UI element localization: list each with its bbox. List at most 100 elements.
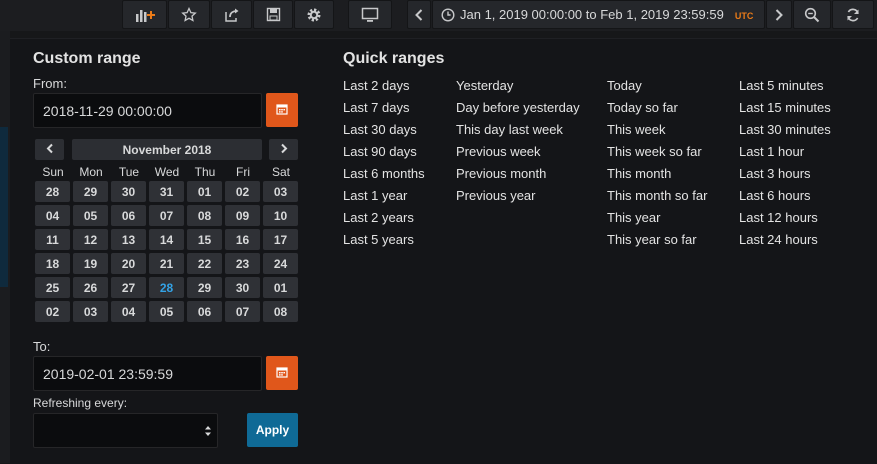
quick-range-link[interactable]: Today <box>607 78 642 93</box>
calendar-day-button[interactable]: 17 <box>263 229 298 250</box>
to-input[interactable]: 2019-02-01 23:59:59 <box>33 356 262 391</box>
time-picker-dropdown: Custom range From: 2018-11-29 00:00:00 N… <box>10 38 877 464</box>
quick-range-link[interactable]: This month <box>607 166 671 181</box>
quick-range-link[interactable]: Yesterday <box>456 78 513 93</box>
quick-range-link[interactable]: Last 30 minutes <box>739 122 831 137</box>
weekday-label: Wed <box>154 165 180 179</box>
calendar-day-button[interactable]: 03 <box>263 181 298 202</box>
quick-range-link[interactable]: Last 1 hour <box>739 144 804 159</box>
quick-range-link[interactable]: Last 1 year <box>343 188 407 203</box>
quick-range-link[interactable]: Last 12 hours <box>739 210 818 225</box>
quick-range-link[interactable]: Last 5 years <box>343 232 414 247</box>
quick-range-link[interactable]: Last 6 months <box>343 166 425 181</box>
calendar-day-button[interactable]: 27 <box>111 277 146 298</box>
quick-range-link[interactable]: Last 6 hours <box>739 188 811 203</box>
zoom-out-button[interactable] <box>793 0 831 29</box>
calendar-day-button[interactable]: 09 <box>225 205 260 226</box>
tv-mode-button[interactable] <box>348 0 392 29</box>
to-calendar-button[interactable] <box>266 356 298 390</box>
time-shift-back-button[interactable] <box>407 0 431 29</box>
calendar-day-button[interactable]: 02 <box>225 181 260 202</box>
calendar-day-button[interactable]: 26 <box>73 277 108 298</box>
calendar-day-button[interactable]: 25 <box>35 277 70 298</box>
quick-range-link[interactable]: Last 90 days <box>343 144 417 159</box>
calendar-day-button[interactable]: 01 <box>263 277 298 298</box>
calendar-prev-month-button[interactable] <box>35 139 64 160</box>
quick-range-link[interactable]: Last 15 minutes <box>739 100 831 115</box>
quick-range-link[interactable]: Previous week <box>456 144 541 159</box>
calendar-day-button[interactable]: 03 <box>73 301 108 322</box>
calendar-day-button[interactable]: 29 <box>73 181 108 202</box>
calendar-day-button[interactable]: 24 <box>263 253 298 274</box>
quick-range-link[interactable]: This month so far <box>607 188 707 203</box>
calendar-day-button[interactable]: 29 <box>187 277 222 298</box>
star-button[interactable] <box>168 0 210 29</box>
calendar-day-button[interactable]: 21 <box>149 253 184 274</box>
quick-range-link[interactable]: Last 5 minutes <box>739 78 824 93</box>
calendar-day-button[interactable]: 06 <box>111 205 146 226</box>
weekday-label: Sun <box>42 165 64 179</box>
calendar-day-button[interactable]: 11 <box>35 229 70 250</box>
save-icon <box>266 7 281 22</box>
calendar-day-button[interactable]: 06 <box>187 301 222 322</box>
settings-button[interactable] <box>294 0 334 29</box>
star-icon <box>181 6 197 23</box>
save-button[interactable] <box>253 0 293 29</box>
calendar-month-title[interactable]: November 2018 <box>72 139 262 160</box>
from-input[interactable]: 2018-11-29 00:00:00 <box>33 93 262 128</box>
calendar-day-button[interactable]: 05 <box>73 205 108 226</box>
calendar-day-button[interactable]: 15 <box>187 229 222 250</box>
quick-range-link[interactable]: Day before yesterday <box>456 100 580 115</box>
calendar-day-button[interactable]: 31 <box>149 181 184 202</box>
calendar-day-button[interactable]: 02 <box>35 301 70 322</box>
refresh-button[interactable] <box>832 0 874 29</box>
quick-range-link[interactable]: Last 2 days <box>343 78 410 93</box>
calendar-day-button[interactable]: 22 <box>187 253 222 274</box>
quick-range-link[interactable]: This week <box>607 122 666 137</box>
calendar-day-button[interactable]: 04 <box>35 205 70 226</box>
custom-range-title: Custom range <box>33 50 141 67</box>
from-calendar-button[interactable] <box>266 93 298 127</box>
calendar-day-button[interactable]: 04 <box>111 301 146 322</box>
calendar-day-button[interactable]: 14 <box>149 229 184 250</box>
calendar-day-button[interactable]: 19 <box>73 253 108 274</box>
quick-range-link[interactable]: Last 30 days <box>343 122 417 137</box>
quick-range-link[interactable]: Last 7 days <box>343 100 410 115</box>
calendar-day-button[interactable]: 16 <box>225 229 260 250</box>
calendar-day-button[interactable]: 07 <box>225 301 260 322</box>
calendar-day-button[interactable]: 07 <box>149 205 184 226</box>
quick-range-link[interactable]: Previous year <box>456 188 535 203</box>
refresh-label: Refreshing every: <box>33 396 128 410</box>
time-range-picker-button[interactable]: Jan 1, 2019 00:00:00 to Feb 1, 2019 23:5… <box>432 0 765 29</box>
calendar-day-button[interactable]: 08 <box>187 205 222 226</box>
quick-range-link[interactable]: Last 3 hours <box>739 166 811 181</box>
calendar-day-button[interactable]: 23 <box>225 253 260 274</box>
calendar-day-button[interactable]: 30 <box>111 181 146 202</box>
calendar-day-button[interactable]: 13 <box>111 229 146 250</box>
calendar-day-button[interactable]: 10 <box>263 205 298 226</box>
quick-range-link[interactable]: Previous month <box>456 166 546 181</box>
quick-range-link[interactable]: Last 24 hours <box>739 232 818 247</box>
add-panel-button[interactable] <box>122 0 167 29</box>
quick-range-link[interactable]: This year <box>607 210 660 225</box>
calendar-day-button[interactable]: 18 <box>35 253 70 274</box>
refresh-icon <box>845 7 861 23</box>
quick-range-link[interactable]: This year so far <box>607 232 697 247</box>
quick-range-link[interactable]: Last 2 years <box>343 210 414 225</box>
apply-button[interactable]: Apply <box>247 413 298 447</box>
calendar-day-button[interactable]: 30 <box>225 277 260 298</box>
time-shift-forward-button[interactable] <box>766 0 792 29</box>
quick-range-link[interactable]: This week so far <box>607 144 702 159</box>
share-button[interactable] <box>211 0 252 29</box>
quick-range-link[interactable]: Today so far <box>607 100 678 115</box>
calendar-day-button[interactable]: 01 <box>187 181 222 202</box>
calendar-next-month-button[interactable] <box>269 139 298 160</box>
calendar-day-button[interactable]: 05 <box>149 301 184 322</box>
calendar-day-button[interactable]: 28 <box>35 181 70 202</box>
refresh-interval-select[interactable] <box>33 413 218 448</box>
calendar-day-button[interactable]: 08 <box>263 301 298 322</box>
calendar-day-button[interactable]: 28 <box>149 277 184 298</box>
quick-range-link[interactable]: This day last week <box>456 122 563 137</box>
calendar-day-button[interactable]: 20 <box>111 253 146 274</box>
calendar-day-button[interactable]: 12 <box>73 229 108 250</box>
